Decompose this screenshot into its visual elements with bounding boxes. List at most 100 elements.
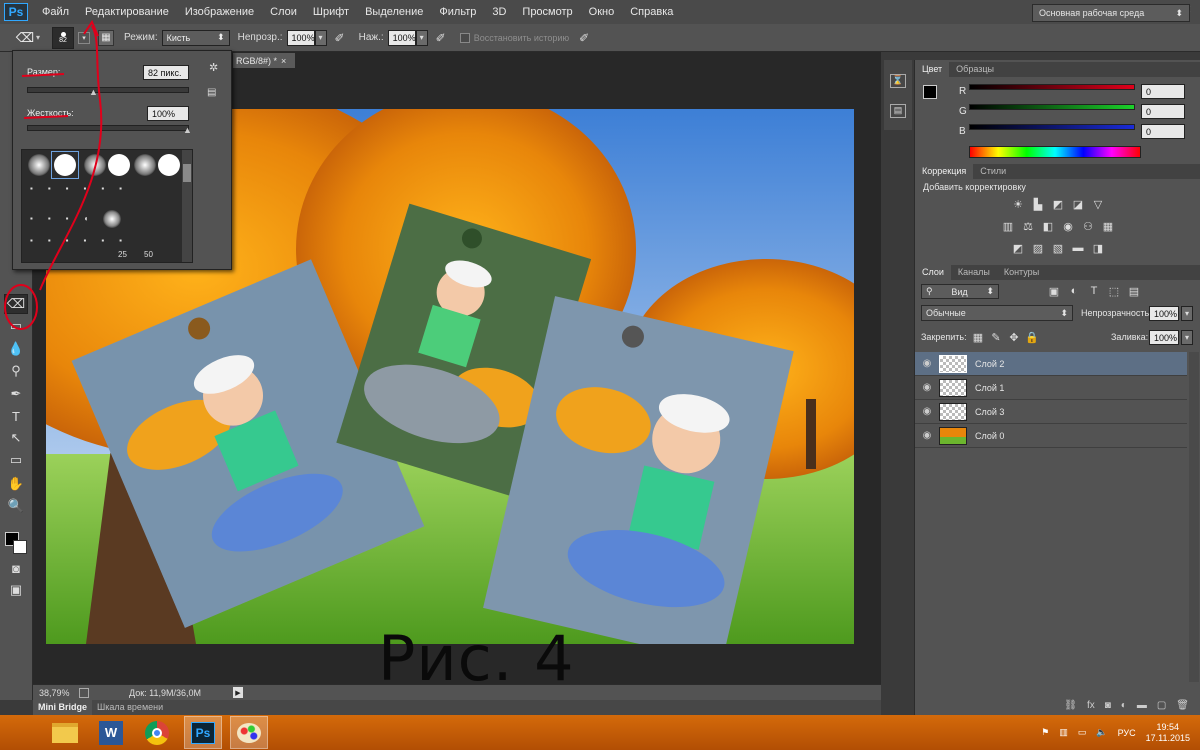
chrome-taskbar-icon[interactable]	[138, 716, 176, 749]
palette-icon	[237, 722, 261, 743]
visibility-eye-icon[interactable]: ◉	[915, 406, 939, 417]
lock-pixels-icon[interactable]: ✎	[989, 331, 1003, 344]
posterize-icon[interactable]: ▨	[1031, 242, 1045, 255]
channel-g-slider[interactable]	[969, 104, 1135, 110]
selective-color-icon[interactable]: ◨	[1091, 242, 1105, 255]
tab-channels[interactable]: Каналы	[951, 265, 997, 280]
windows-taskbar: W Ps ⚑ ▥ ▭ 🔈 РУС 19:54 17.11.2015	[0, 715, 1200, 750]
layer-row[interactable]: ◉ Слой 2	[915, 352, 1187, 376]
visibility-eye-icon[interactable]: ◉	[915, 382, 939, 393]
layer-style-fx-icon[interactable]: fx	[1087, 700, 1095, 715]
flag-icon[interactable]: ⚑	[1041, 727, 1049, 738]
add-mask-icon[interactable]: ◙	[1105, 700, 1111, 715]
keyboard-language[interactable]: РУС	[1118, 728, 1136, 738]
fill-label: Заливка:	[1111, 332, 1149, 342]
filter-smart-object-icon[interactable]: ▤	[1127, 285, 1141, 298]
visibility-eye-icon[interactable]: ◉	[915, 358, 939, 369]
filter-shape-icon[interactable]: ⬚	[1107, 285, 1121, 298]
history-panel-icon[interactable]: ⌛	[890, 74, 906, 88]
new-layer-icon[interactable]: ▢	[1157, 700, 1166, 715]
layer-row[interactable]: ◉ Слой 1	[915, 376, 1187, 400]
layers-panel-tabs: Слои Каналы Контуры	[915, 265, 1200, 280]
system-tray: ⚑ ▥ ▭ 🔈 РУС 19:54 17.11.2015	[1041, 722, 1200, 744]
channel-b-slider[interactable]	[969, 124, 1135, 130]
tab-styles[interactable]: Стили	[973, 164, 1013, 179]
new-group-icon[interactable]: ▬	[1137, 700, 1147, 715]
ps-taskbar-logo-icon: Ps	[191, 721, 215, 744]
tab-layers[interactable]: Слои	[915, 265, 951, 280]
tab-color[interactable]: Цвет	[915, 62, 950, 77]
color-balance-icon[interactable]: ⚖	[1021, 220, 1035, 233]
layer-opacity-input[interactable]: 100%	[1149, 306, 1179, 321]
link-layers-icon[interactable]: ⛓	[1064, 700, 1077, 715]
lock-all-icon[interactable]: 🔒	[1025, 331, 1039, 344]
visibility-eye-icon[interactable]: ◉	[915, 430, 939, 441]
color-spectrum-ramp[interactable]	[969, 146, 1141, 158]
channel-mixer-icon[interactable]: ⚇	[1081, 220, 1095, 233]
threshold-icon[interactable]: ▧	[1051, 242, 1065, 255]
exposure-icon[interactable]: ◪	[1071, 198, 1085, 211]
clock-time: 19:54	[1156, 721, 1180, 732]
photoshop-taskbar-icon[interactable]: Ps	[184, 716, 222, 749]
channel-b-label: B	[959, 126, 966, 137]
channel-r-input[interactable]: 0	[1141, 84, 1185, 99]
layer-row[interactable]: ◉ Слой 0	[915, 424, 1187, 448]
fill-dropdown-icon[interactable]: ▾	[1181, 330, 1193, 345]
clock-date: 17.11.2015	[1145, 732, 1190, 743]
network-icon[interactable]: ▥	[1059, 727, 1068, 738]
new-adjustment-layer-icon[interactable]: ◐	[1121, 700, 1127, 715]
curves-icon[interactable]: ◩	[1051, 198, 1065, 211]
hue-saturation-icon[interactable]: ▥	[1001, 220, 1015, 233]
word-taskbar-icon[interactable]: W	[92, 716, 130, 749]
layer-thumbnail	[939, 378, 967, 397]
eraser-circle-annotation	[4, 284, 38, 330]
color-lookup-icon[interactable]: ▦	[1101, 220, 1115, 233]
filter-adjustment-icon[interactable]: ◐	[1067, 285, 1081, 297]
explorer-taskbar-icon[interactable]	[46, 716, 84, 749]
filter-type-icon[interactable]: T	[1087, 285, 1101, 297]
paint-taskbar-icon[interactable]	[230, 716, 268, 749]
collapsed-panel-strip: ⌛ ▤	[884, 60, 912, 130]
channel-g-input[interactable]: 0	[1141, 104, 1185, 119]
layers-scrollbar[interactable]	[1189, 352, 1199, 682]
battery-icon[interactable]: ▭	[1078, 727, 1087, 738]
layer-name[interactable]: Слой 2	[975, 359, 1004, 369]
chrome-center-dot	[152, 727, 162, 738]
hardness-underline-annotation	[23, 115, 69, 119]
vibrance-icon[interactable]: ▽	[1091, 198, 1105, 211]
layer-filter-select[interactable]: ⚲ Вид ⬍	[921, 284, 999, 299]
right-panel-dock: Цвет Образцы R 0 G 0 B 0 Коррекция Стили…	[914, 60, 1200, 715]
layer-name[interactable]: Слой 3	[975, 407, 1004, 417]
levels-icon[interactable]: ▙	[1031, 198, 1045, 211]
lock-position-icon[interactable]: ✥	[1007, 331, 1021, 344]
properties-panel-icon[interactable]: ▤	[890, 104, 906, 118]
tab-swatches[interactable]: Образцы	[949, 62, 1001, 77]
invert-icon[interactable]: ◩	[1011, 242, 1025, 255]
delete-layer-icon[interactable]: 🗑	[1176, 700, 1189, 715]
size-underline-annotation	[21, 73, 65, 77]
tab-adjustments[interactable]: Коррекция	[915, 164, 974, 179]
lock-transparency-icon[interactable]: ▦	[971, 331, 985, 344]
brightness-contrast-icon[interactable]: ☀	[1011, 198, 1025, 211]
layer-row[interactable]: ◉ Слой 3	[915, 400, 1187, 424]
blend-mode-select[interactable]: Обычные ⬍	[921, 305, 1073, 321]
layer-name[interactable]: Слой 0	[975, 431, 1004, 441]
volume-icon[interactable]: 🔈	[1096, 727, 1107, 738]
channel-b-input[interactable]: 0	[1141, 124, 1185, 139]
layer-thumbnail	[939, 402, 967, 421]
layer-thumbnail	[939, 426, 967, 445]
filter-pixel-icon[interactable]: ▣	[1047, 285, 1061, 298]
tab-paths[interactable]: Контуры	[997, 265, 1046, 280]
fill-input[interactable]: 100%	[1149, 330, 1179, 345]
chrome-logo-icon	[145, 720, 169, 745]
black-white-icon[interactable]: ◧	[1041, 220, 1055, 233]
color-fg-swatch[interactable]	[923, 85, 937, 99]
adjustments-title: Добавить корректировку	[923, 182, 1026, 192]
color-panel-tabs: Цвет Образцы	[915, 62, 1200, 77]
layer-opacity-dropdown-icon[interactable]: ▾	[1181, 306, 1193, 321]
clock[interactable]: 19:54 17.11.2015	[1146, 722, 1190, 744]
channel-r-slider[interactable]	[969, 84, 1135, 90]
gradient-map-icon[interactable]: ▬	[1071, 242, 1085, 254]
photo-filter-icon[interactable]: ◉	[1061, 220, 1075, 233]
layer-name[interactable]: Слой 1	[975, 383, 1004, 393]
